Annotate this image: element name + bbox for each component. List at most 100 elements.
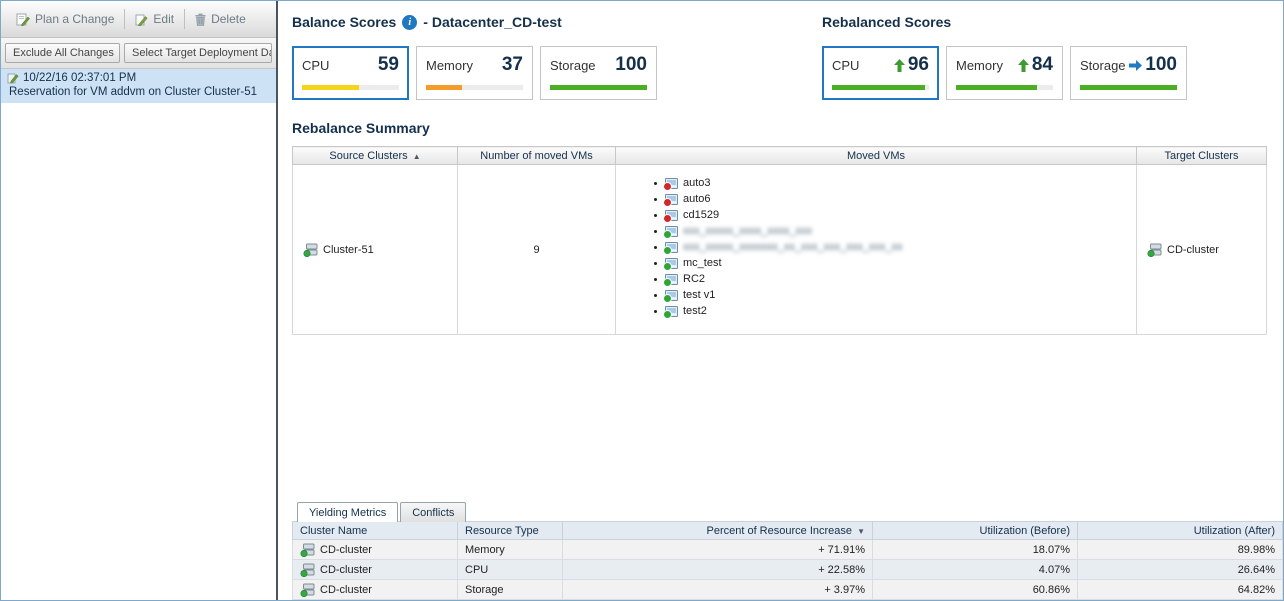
rebalanced-scores-title: Rebalanced Scores (822, 14, 951, 30)
column-header-cluster-name[interactable]: Cluster Name (293, 522, 458, 540)
moved-vms-list: auto3 auto6 cd1529 xxx_xxxxx_xxxx_xxxx_x… (654, 177, 1136, 317)
cluster-icon (300, 583, 315, 597)
score-bar (302, 85, 399, 90)
score-bar (550, 85, 647, 90)
sort-desc-icon: ▼ (857, 527, 865, 536)
reservation-icon (7, 72, 19, 84)
moved-vm-item: cd1529 (654, 209, 1136, 221)
rebalance-summary-title: Rebalance Summary (292, 120, 1283, 136)
tab-conflicts[interactable]: Conflicts (400, 502, 466, 522)
column-header-utilization-before[interactable]: Utilization (Before) (873, 522, 1078, 540)
scores-row: Balance Scores i - Datacenter_CD-test CP… (292, 11, 1283, 100)
sidebar-toolbar: Plan a Change Edit Delete (1, 1, 276, 38)
edit-icon (135, 13, 148, 26)
card-value: 100 (615, 54, 647, 76)
card-label: Storage (550, 58, 596, 73)
vm-powered-on-icon (665, 226, 678, 237)
plan-a-change-button[interactable]: Plan a Change (9, 8, 121, 30)
column-header-percent-increase[interactable]: Percent of Resource Increase ▼ (563, 522, 873, 540)
score-bar (956, 85, 1053, 90)
card-value: 100 (1145, 54, 1177, 76)
change-timestamp: 10/22/16 02:37:01 PM (23, 72, 136, 84)
target-cluster-name: CD-cluster (1167, 244, 1219, 256)
vm-powered-off-icon (665, 194, 678, 205)
balance-card-cpu[interactable]: CPU 59 (292, 46, 409, 100)
balance-card-memory[interactable]: Memory 37 (416, 46, 533, 100)
metrics-row[interactable]: CD-cluster CPU + 22.58% 4.07% 26.64% (293, 560, 1283, 580)
vm-name: auto6 (683, 193, 711, 205)
plan-change-icon (16, 12, 30, 26)
score-bar (1080, 85, 1177, 90)
summary-row[interactable]: Cluster-51 9 auto3 auto6 cd1529 xxx_xxxx… (293, 165, 1267, 335)
vm-name: RC2 (683, 273, 705, 285)
select-target-deployment-button[interactable]: Select Target Deployment Da (124, 43, 272, 63)
rebalanced-card-memory[interactable]: Memory 84 (946, 46, 1063, 100)
vm-powered-on-icon (665, 290, 678, 301)
card-label: CPU (302, 58, 329, 73)
card-value: 59 (378, 54, 399, 76)
vm-name: auto3 (683, 177, 711, 189)
balance-scores-title: Balance Scores (292, 14, 396, 30)
column-header-source-clusters[interactable]: Source Clusters ▲ (293, 147, 458, 165)
vm-powered-on-icon (665, 306, 678, 317)
column-header-moved-vms[interactable]: Moved VMs (616, 147, 1137, 165)
card-label: Memory (956, 58, 1003, 73)
cluster-icon (300, 563, 315, 577)
workload-balance-window: Plan a Change Edit Delete (0, 0, 1284, 601)
utilization-after: 89.98% (1078, 540, 1283, 560)
target-cluster: CD-cluster (1147, 243, 1266, 257)
moved-vm-item: test2 (654, 305, 1136, 317)
bottom-tabs: Yielding Metrics Conflicts (292, 502, 1283, 522)
vm-powered-on-icon (665, 274, 678, 285)
right-arrow-icon (1129, 60, 1142, 71)
score-bar (832, 85, 929, 90)
utilization-after: 26.64% (1078, 560, 1283, 580)
cluster-name: CD-cluster (320, 584, 372, 596)
column-header-resource-type[interactable]: Resource Type (458, 522, 563, 540)
vm-name: cd1529 (683, 209, 719, 221)
rebalanced-card-storage[interactable]: Storage 100 (1070, 46, 1187, 100)
vm-powered-off-icon (665, 178, 678, 189)
column-header-utilization-after[interactable]: Utilization (After) (1078, 522, 1283, 540)
edit-label: Edit (153, 12, 174, 26)
delete-icon (195, 13, 206, 26)
card-value: 37 (502, 54, 523, 76)
up-arrow-icon (894, 59, 905, 72)
toolbar-separator (184, 9, 185, 29)
sidebar-secondary-toolbar: Exclude All Changes Select Target Deploy… (1, 38, 276, 69)
source-cluster-name: Cluster-51 (323, 244, 374, 256)
moved-vm-item: auto6 (654, 193, 1136, 205)
rebalanced-scores-section: Rebalanced Scores CPU 96 (822, 11, 1283, 100)
tab-yielding-metrics[interactable]: Yielding Metrics (297, 502, 398, 522)
metrics-row[interactable]: CD-cluster Memory + 71.91% 18.07% 89.98% (293, 540, 1283, 560)
rebalanced-card-cpu[interactable]: CPU 96 (822, 46, 939, 100)
vm-name-redacted: xxx_xxxxx_xxxx_xxxx_xxx (683, 225, 812, 237)
column-header-moved-vm-count[interactable]: Number of moved VMs (458, 147, 616, 165)
utilization-after: 64.82% (1078, 580, 1283, 600)
up-arrow-icon (1018, 59, 1029, 72)
moved-vm-item: xxx_xxxxx_xxxx_xxxx_xxx (654, 225, 1136, 237)
info-icon[interactable]: i (402, 15, 417, 30)
toolbar-separator (124, 9, 125, 29)
exclude-all-changes-button[interactable]: Exclude All Changes (5, 43, 120, 63)
column-header-target-clusters[interactable]: Target Clusters (1137, 147, 1267, 165)
delete-button[interactable]: Delete (188, 8, 253, 30)
delete-label: Delete (211, 12, 246, 26)
cluster-name: CD-cluster (320, 564, 372, 576)
resource-type: Storage (458, 580, 563, 600)
cluster-icon (300, 543, 315, 557)
metrics-row[interactable]: CD-cluster Storage + 3.97% 60.86% 64.82% (293, 580, 1283, 600)
yielding-metrics-table: Cluster Name Resource Type Percent of Re… (292, 521, 1283, 600)
balance-scores-section: Balance Scores i - Datacenter_CD-test CP… (292, 11, 822, 100)
change-list-item[interactable]: 10/22/16 02:37:01 PM Reservation for VM … (1, 69, 276, 103)
bottom-panel: Yielding Metrics Conflicts Cluster Name … (292, 502, 1283, 600)
change-description: Reservation for VM addvm on Cluster Clus… (7, 86, 270, 98)
balance-card-storage[interactable]: Storage 100 (540, 46, 657, 100)
edit-button[interactable]: Edit (128, 8, 181, 30)
percent-increase: + 22.58% (563, 560, 873, 580)
vm-name: test2 (683, 305, 707, 317)
moved-vm-item: test v1 (654, 289, 1136, 301)
utilization-before: 60.86% (873, 580, 1078, 600)
vm-name: test v1 (683, 289, 715, 301)
moved-vm-count: 9 (458, 165, 616, 335)
